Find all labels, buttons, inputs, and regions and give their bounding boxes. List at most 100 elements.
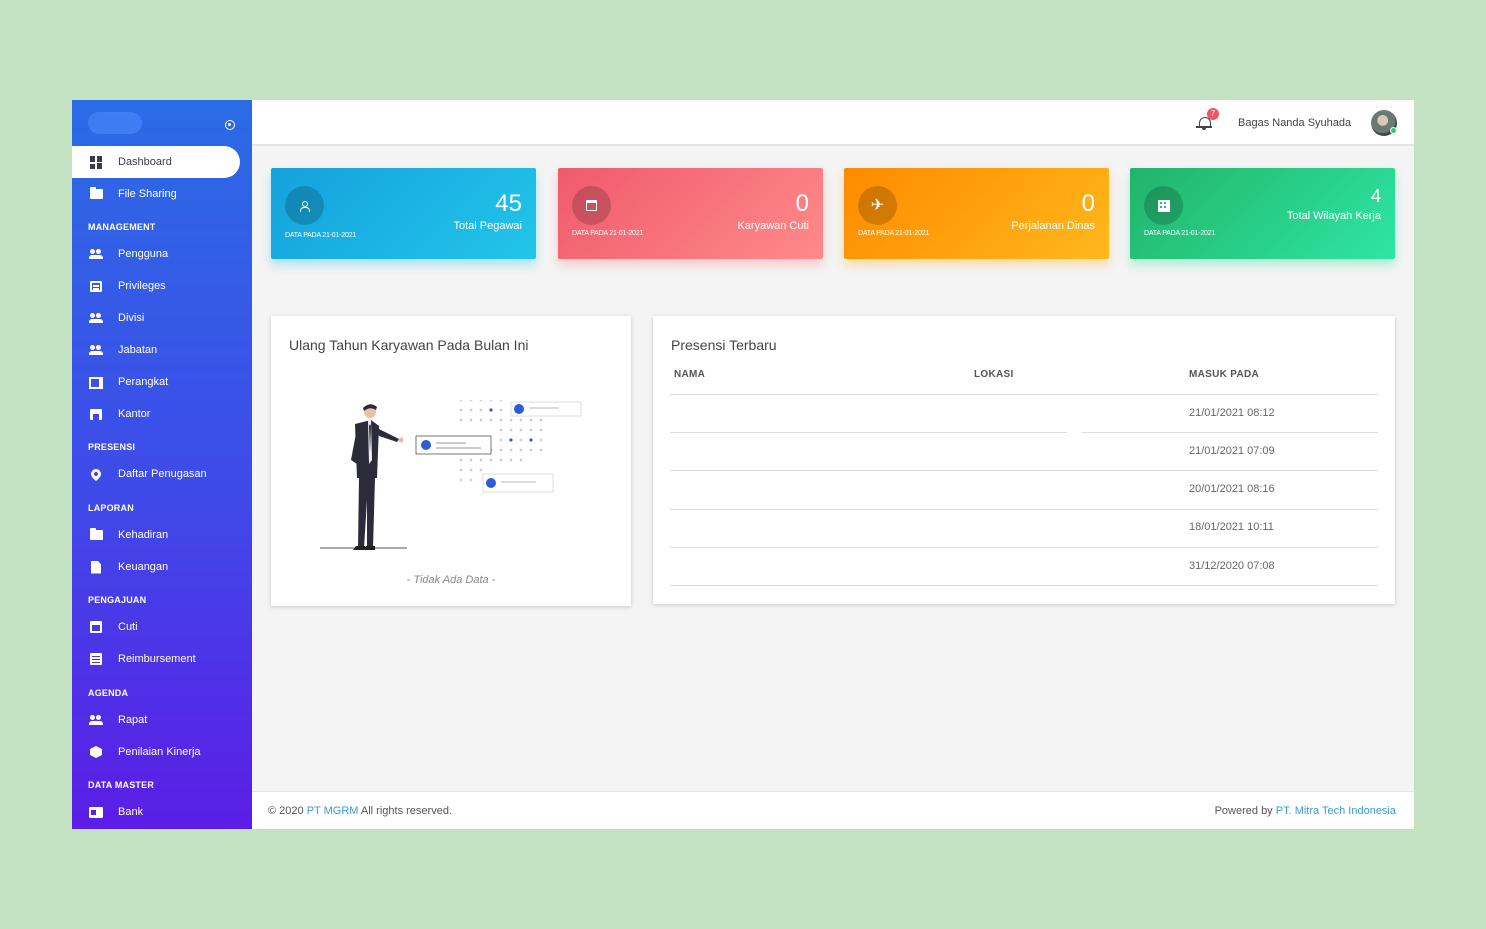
card-karyawan-cuti[interactable]: 0 Karyawan Cuti DATA PADA 21-01-2021 — [558, 168, 823, 259]
sidebar-item-label: Rapat — [118, 714, 148, 726]
card-date: DATA PADA 21-01-2021 — [572, 230, 644, 237]
panel-title: Ulang Tahun Karyawan Pada Bulan Ini — [289, 337, 529, 353]
brand — [72, 100, 252, 146]
sidebar-item-label: Bank — [118, 806, 144, 818]
card-value: 0 — [1081, 190, 1095, 217]
sidebar-item-keuangan[interactable]: Keuangan — [72, 551, 240, 583]
sidebar-item-divisi[interactable]: Divisi — [72, 302, 240, 334]
table-row: 31/12/2020 07:08 — [1189, 560, 1275, 572]
sidebar-toggle-icon[interactable] — [225, 120, 235, 130]
brand-logo[interactable] — [88, 112, 142, 134]
table-divider — [670, 585, 1378, 586]
notification-badge: 7 — [1207, 108, 1219, 120]
topbar: 7 Bagas Nanda Syuhada — [252, 100, 1414, 146]
sidebar-item-label: Penilaian Kinerja — [118, 746, 201, 758]
location-pin-icon — [88, 466, 104, 482]
table-divider — [670, 509, 1378, 510]
sidebar-item-privileges[interactable]: Privileges — [72, 270, 240, 302]
card-total-pegawai[interactable]: 45 Total Pegawai DATA PADA 21-01-2021 — [271, 168, 536, 259]
panel-title: Presensi Terbaru — [671, 337, 777, 353]
card-perjalanan-dinas[interactable]: ✈ 0 Perjalanan Dinas DATA PADA 21-01-202… — [844, 168, 1109, 259]
cube-icon — [89, 745, 103, 759]
powered-company-link[interactable]: PT. Mitra Tech Indonesia — [1276, 805, 1396, 817]
card-date: DATA PADA 21-01-2021 — [285, 232, 357, 239]
table-divider — [1082, 432, 1378, 433]
sidebar-item-pengguna[interactable]: Pengguna — [72, 238, 240, 270]
table-row: 21/01/2021 07:09 — [1189, 445, 1275, 457]
calendar-icon — [89, 620, 103, 634]
sidebar-item-bank[interactable]: Bank — [72, 796, 240, 828]
sidebar-item-label: Jabatan — [118, 344, 158, 356]
sidebar-item-label: Privileges — [118, 280, 166, 292]
company-link[interactable]: PT MGRM — [307, 805, 359, 817]
sidebar-item-label: Keuangan — [118, 561, 169, 573]
column-header-nama[interactable]: NAMA — [674, 369, 705, 380]
sidebar-item-reimbursement[interactable]: Reimbursement — [72, 643, 240, 675]
bank-icon — [89, 805, 103, 819]
sidebar-item-jabatan[interactable]: Jabatan — [72, 334, 240, 366]
user-icon — [285, 186, 324, 225]
sidebar: Dashboard File Sharing MANAGEMENT Penggu… — [72, 100, 252, 829]
sidebar-item-perangkat[interactable]: Perangkat — [72, 366, 240, 398]
section-laporan: LAPORAN — [88, 503, 134, 513]
calendar-icon — [572, 186, 611, 225]
devices-icon — [89, 375, 103, 389]
empty-state-text: - Tidak Ada Data - — [406, 574, 496, 586]
birthday-panel: Ulang Tahun Karyawan Pada Bulan Ini - Ti… — [271, 316, 631, 606]
sidebar-item-rapat[interactable]: Rapat — [72, 704, 240, 736]
section-data-master: DATA MASTER — [88, 780, 155, 790]
people-icon — [89, 713, 103, 727]
column-header-lokasi[interactable]: LOKASI — [974, 369, 1014, 380]
card-value: 45 — [495, 190, 522, 217]
dashboard-icon — [89, 155, 103, 169]
people-icon — [89, 247, 103, 261]
sidebar-item-label: File Sharing — [118, 188, 177, 200]
footer: © 2020 PT MGRM All rights reserved. Powe… — [252, 791, 1414, 829]
sidebar-item-label: Dashboard — [118, 156, 172, 168]
card-label: Total Wilayah Kerja — [1286, 210, 1381, 222]
sidebar-item-label: Divisi — [118, 312, 145, 324]
column-header-masuk-pada[interactable]: MASUK PADA — [1189, 369, 1259, 380]
sidebar-item-penilaian-kinerja[interactable]: Penilaian Kinerja — [72, 736, 240, 768]
online-status-dot — [1390, 127, 1397, 134]
table-divider — [670, 394, 1378, 395]
card-label: Perjalanan Dinas — [1011, 220, 1095, 232]
sidebar-item-label: Daftar Penugasan — [118, 468, 207, 480]
sidebar-item-label: Cuti — [118, 621, 138, 633]
sidebar-item-kehadiran[interactable]: Kehadiran — [72, 519, 240, 551]
store-icon — [89, 407, 103, 421]
table-divider — [670, 470, 1378, 471]
card-label: Karyawan Cuti — [737, 220, 809, 232]
sidebar-item-label: Reimbursement — [118, 653, 196, 665]
sidebar-item-dashboard[interactable]: Dashboard — [72, 146, 240, 178]
copyright-prefix: © 2020 — [268, 805, 304, 817]
section-agenda: AGENDA — [88, 688, 129, 698]
table-divider — [670, 547, 1378, 548]
section-pengajuan: PENGAJUAN — [88, 595, 147, 605]
card-value: 0 — [795, 190, 809, 217]
airplane-icon: ✈ — [858, 186, 897, 225]
list-icon — [89, 652, 103, 666]
footer-powered-by: Powered by PT. Mitra Tech Indonesia — [1215, 805, 1396, 817]
people-icon — [89, 343, 103, 357]
rights-text: All rights reserved. — [360, 805, 452, 817]
table-row: 20/01/2021 08:16 — [1189, 483, 1275, 495]
people-icon — [89, 311, 103, 325]
sidebar-item-kantor[interactable]: Kantor — [72, 398, 240, 430]
folder-icon — [89, 187, 103, 201]
sidebar-item-daftar-penugasan[interactable]: Daftar Penugasan — [72, 458, 240, 490]
powered-prefix: Powered by — [1214, 805, 1273, 817]
sidebar-item-label: Pengguna — [118, 248, 169, 260]
card-date: DATA PADA 21-01-2021 — [1144, 230, 1216, 237]
card-label: Total Pegawai — [453, 220, 523, 232]
sidebar-item-file-sharing[interactable]: File Sharing — [72, 178, 240, 210]
app-window: Dashboard File Sharing MANAGEMENT Penggu… — [72, 100, 1414, 829]
sidebar-item-cuti[interactable]: Cuti — [72, 611, 240, 643]
footer-copyright: © 2020 PT MGRM All rights reserved. — [268, 805, 452, 817]
sidebar-item-label: Kantor — [118, 408, 151, 420]
presence-panel: Presensi Terbaru NAMA LOKASI MASUK PADA … — [653, 316, 1395, 604]
card-value: 4 — [1370, 186, 1381, 206]
card-total-wilayah-kerja[interactable]: 4 Total Wilayah Kerja DATA PADA 21-01-20… — [1130, 168, 1395, 259]
user-name[interactable]: Bagas Nanda Syuhada — [1238, 117, 1351, 129]
card-date: DATA PADA 21-01-2021 — [858, 230, 930, 237]
